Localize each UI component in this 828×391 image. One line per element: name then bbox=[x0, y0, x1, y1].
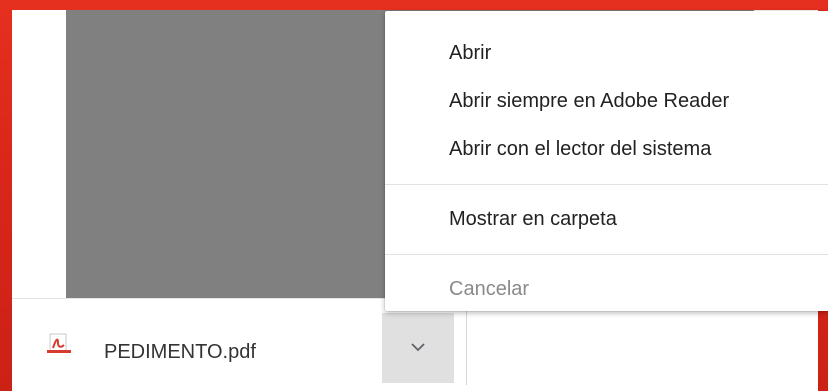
menu-item-open[interactable]: Abrir bbox=[385, 29, 828, 77]
menu-item-always-open-adobe-reader[interactable]: Abrir siempre en Adobe Reader bbox=[385, 77, 828, 125]
menu-item-open-system-viewer[interactable]: Abrir con el lector del sistema bbox=[385, 125, 828, 173]
download-bar-divider bbox=[466, 309, 467, 385]
download-context-menu: Abrir Abrir siempre en Adobe Reader Abri… bbox=[385, 11, 828, 311]
menu-item-show-in-folder[interactable]: Mostrar en carpeta bbox=[385, 195, 828, 243]
menu-separator bbox=[385, 184, 828, 185]
chevron-down-icon bbox=[410, 339, 426, 357]
download-menu-button[interactable] bbox=[382, 313, 454, 383]
pdf-file-icon bbox=[46, 333, 72, 355]
download-item[interactable]: PEDIMENTO.pdf bbox=[12, 299, 382, 391]
menu-separator bbox=[385, 254, 828, 255]
menu-item-cancel: Cancelar bbox=[449, 277, 530, 300]
download-file-name: PEDIMENTO.pdf bbox=[104, 341, 256, 363]
